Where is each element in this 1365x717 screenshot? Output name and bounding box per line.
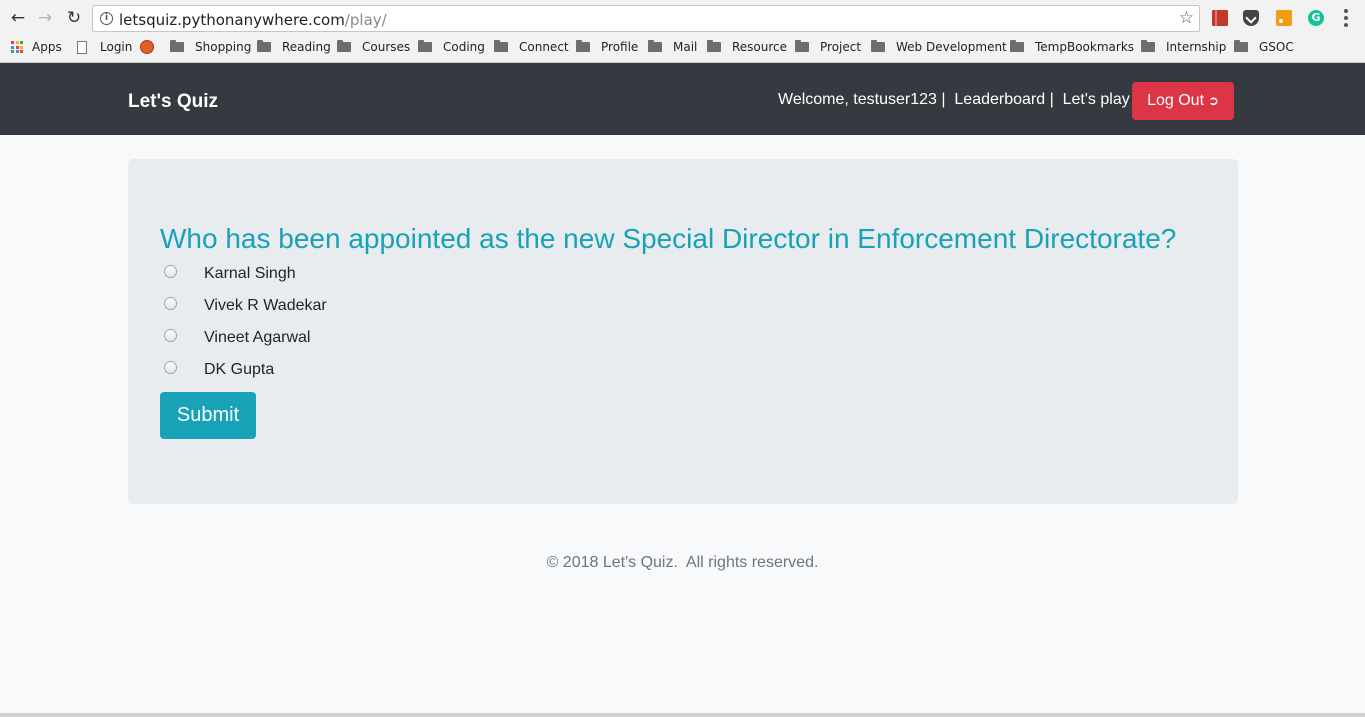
option-label: DK Gupta <box>204 361 275 378</box>
folder-icon <box>418 40 432 52</box>
bookmark-gsoc[interactable]: GSOC <box>1234 40 1294 54</box>
menu-icon[interactable] <box>1344 9 1348 27</box>
bookmark-courses[interactable]: Courses <box>337 40 410 54</box>
bookmark-resource[interactable]: Resource <box>707 40 787 54</box>
url-path: /play/ <box>344 11 387 29</box>
folder-icon <box>707 40 721 52</box>
pocket-icon[interactable] <box>1243 10 1259 26</box>
folder-icon <box>170 40 184 52</box>
bookmark-label: Resource <box>732 40 788 54</box>
option-label: Karnal Singh <box>204 265 296 282</box>
star-icon[interactable]: ☆ <box>1179 8 1194 28</box>
grammarly-icon[interactable]: G <box>1308 10 1324 26</box>
leaderboard-link[interactable]: Leaderboard | <box>954 91 1053 108</box>
extension-icon <box>140 40 154 54</box>
bookmark-login[interactable]: Login <box>77 40 132 54</box>
url-text[interactable]: letsquiz.pythonanywhere.com/play/ <box>119 11 387 29</box>
bookmark-label: Web Development <box>896 40 1007 54</box>
book-icon[interactable] <box>1212 10 1228 26</box>
option-vineet-agarwal[interactable]: Vineet Agarwal <box>160 329 310 346</box>
forward-arrow-icon[interactable]: → <box>34 7 56 29</box>
logout-label: Log Out <box>1147 92 1205 109</box>
bookmark-label: Mail <box>673 40 698 54</box>
submit-button[interactable]: Submit <box>160 392 256 439</box>
bookmark-connect[interactable]: Connect <box>494 40 569 54</box>
folder-icon <box>1010 40 1024 52</box>
window-bottom-edge <box>0 713 1365 717</box>
bookmark-label: GSOC <box>1259 40 1294 54</box>
quiz-card: Who has been appointed as the new Specia… <box>128 159 1238 504</box>
radio-button[interactable] <box>164 297 177 310</box>
bookmark-label: Reading <box>282 40 331 54</box>
radio-button[interactable] <box>164 329 177 342</box>
folder-icon <box>494 40 508 52</box>
folder-icon <box>795 40 809 52</box>
folder-icon <box>257 40 271 52</box>
bookmark-label: Project <box>820 40 862 54</box>
bookmark-extension[interactable] <box>140 40 162 54</box>
bookmark-profile[interactable]: Profile <box>576 40 638 54</box>
bookmark-label: Login <box>100 40 133 54</box>
bookmark-label: Shopping <box>195 40 252 54</box>
browser-toolbar: ← → ↻ i letsquiz.pythonanywhere.com/play… <box>0 0 1365 36</box>
bookmark-web-development[interactable]: Web Development <box>871 40 1007 54</box>
back-arrow-icon[interactable]: ← <box>7 7 29 29</box>
sign-out-icon: ➲ <box>1208 93 1219 109</box>
bookmark-apps[interactable]: Apps <box>11 40 62 54</box>
welcome-text: Welcome, testuser123 | <box>778 91 946 108</box>
bookmark-mail[interactable]: Mail <box>648 40 697 54</box>
navbar: Let's Quiz Welcome, testuser123 | Leader… <box>0 63 1365 135</box>
bookmark-coding[interactable]: Coding <box>418 40 485 54</box>
bookmark-label: TempBookmarks <box>1035 40 1135 54</box>
radio-button[interactable] <box>164 265 177 278</box>
bookmark-label: Coding <box>443 40 485 54</box>
bookmark-label: Courses <box>362 40 411 54</box>
page-content: Let's Quiz Welcome, testuser123 | Leader… <box>0 63 1365 713</box>
bookmark-project[interactable]: Project <box>795 40 861 54</box>
option-vivek-r-wadekar[interactable]: Vivek R Wadekar <box>160 297 327 314</box>
nav-links: Welcome, testuser123 | Leaderboard | Let… <box>778 91 1130 109</box>
option-karnal-singh[interactable]: Karnal Singh <box>160 265 296 282</box>
info-icon[interactable]: i <box>100 12 113 25</box>
option-dk-gupta[interactable]: DK Gupta <box>160 361 274 378</box>
reload-icon[interactable]: ↻ <box>63 7 85 29</box>
folder-icon <box>648 40 662 52</box>
folder-icon <box>337 40 351 52</box>
radio-button[interactable] <box>164 361 177 374</box>
bookmark-label: Apps <box>32 40 62 54</box>
brand-link[interactable]: Let's Quiz <box>128 91 218 113</box>
lets-play-link[interactable]: Let's play <box>1063 91 1130 108</box>
browser-chrome: ← → ↻ i letsquiz.pythonanywhere.com/play… <box>0 0 1365 63</box>
bookmark-internship[interactable]: Internship <box>1141 40 1226 54</box>
logout-button[interactable]: Log Out ➲ <box>1132 82 1234 120</box>
bookmark-label: Profile <box>601 40 639 54</box>
page-icon <box>77 40 87 54</box>
question-text: Who has been appointed as the new Specia… <box>160 223 1177 254</box>
bookmark-shopping[interactable]: Shopping <box>170 40 251 54</box>
bookmark-reading[interactable]: Reading <box>257 40 331 54</box>
bookmark-label: Connect <box>519 40 569 54</box>
folder-icon <box>871 40 885 52</box>
bookmark-label: Internship <box>1166 40 1227 54</box>
apps-grid-icon <box>11 41 23 53</box>
bookmarks-bar: Apps Login Shopping Reading Courses Codi… <box>0 37 1365 59</box>
address-bar[interactable]: i letsquiz.pythonanywhere.com/play/ ☆ <box>92 5 1200 32</box>
folder-icon <box>576 40 590 52</box>
option-label: Vineet Agarwal <box>204 329 311 346</box>
folder-icon <box>1141 40 1155 52</box>
folder-icon <box>1234 40 1248 52</box>
footer-text: © 2018 Let's Quiz. All rights reserved. <box>546 554 819 571</box>
bookmark-tempbookmarks[interactable]: TempBookmarks <box>1010 40 1134 54</box>
option-label: Vivek R Wadekar <box>204 297 327 314</box>
rss-icon[interactable] <box>1276 10 1292 26</box>
url-host: letsquiz.pythonanywhere.com <box>119 11 345 29</box>
